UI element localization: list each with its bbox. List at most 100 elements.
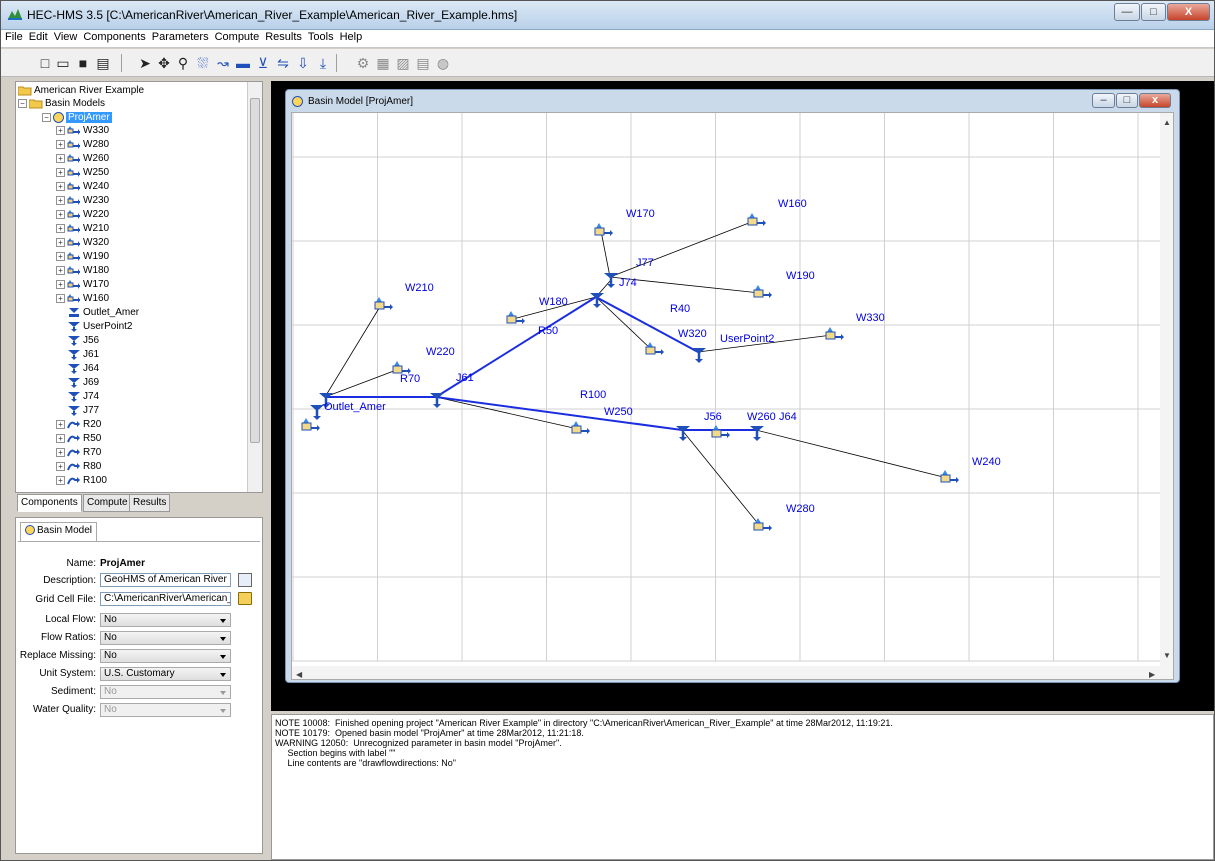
tree-item-w280[interactable]: + W280 bbox=[56, 138, 109, 151]
component-tree[interactable]: American River Example − Basin Models − Proj… bbox=[15, 81, 263, 493]
menu-tools[interactable]: Tools bbox=[304, 30, 336, 43]
junction-tool-icon[interactable]: ⊻ bbox=[253, 53, 273, 73]
junction-icon[interactable] bbox=[750, 426, 764, 441]
map-label-j74[interactable]: J74 bbox=[619, 277, 637, 289]
subbasin-icon[interactable] bbox=[594, 223, 613, 236]
tree-item-w160[interactable]: + W160 bbox=[56, 292, 109, 305]
tree-item-j77[interactable]: J77 bbox=[56, 404, 99, 417]
reach-tool-icon[interactable]: ↝ bbox=[213, 53, 233, 73]
map-label-r50[interactable]: R50 bbox=[538, 325, 558, 337]
menu-compute[interactable]: Compute bbox=[211, 30, 262, 43]
tree-item-w250[interactable]: + W250 bbox=[56, 166, 109, 179]
subbasin-icon[interactable] bbox=[506, 311, 525, 324]
map-label-w160[interactable]: W160 bbox=[778, 198, 807, 210]
description-field[interactable]: GeoHMS of American River bbox=[100, 573, 231, 587]
map-label-w210[interactable]: W210 bbox=[405, 282, 434, 294]
map-label-r40[interactable]: R40 bbox=[670, 303, 690, 315]
expand-icon[interactable]: + bbox=[56, 237, 65, 247]
scroll-right-arrow[interactable]: ▶ bbox=[1149, 670, 1156, 679]
vertical-scrollbar[interactable] bbox=[1160, 113, 1173, 679]
open-icon[interactable]: ▭ bbox=[53, 53, 73, 73]
collapse-icon[interactable]: − bbox=[42, 112, 51, 122]
tab-compute[interactable]: Compute bbox=[83, 494, 132, 512]
map-label-outlet_amer[interactable]: Outlet_Amer bbox=[324, 401, 386, 413]
expand-icon[interactable]: + bbox=[56, 419, 65, 429]
tree-item-userpoint2[interactable]: UserPoint2 bbox=[56, 320, 132, 333]
description-editor-icon[interactable] bbox=[238, 573, 252, 587]
print-icon[interactable]: ▤ bbox=[93, 53, 113, 73]
tree-item-w260[interactable]: + W260 bbox=[56, 152, 109, 165]
tree-item-j56[interactable]: J56 bbox=[56, 334, 99, 347]
tree-item-w240[interactable]: + W240 bbox=[56, 180, 109, 193]
expand-icon[interactable]: + bbox=[56, 279, 65, 289]
horizontal-scrollbar[interactable] bbox=[292, 666, 1160, 679]
new-icon[interactable]: □ bbox=[35, 53, 55, 73]
zoom-icon[interactable]: ⚲ bbox=[173, 53, 193, 73]
tab-components[interactable]: Components bbox=[17, 494, 82, 512]
subbasin-icon[interactable] bbox=[645, 342, 664, 355]
expand-icon[interactable]: + bbox=[56, 293, 65, 303]
menu-results[interactable]: Results bbox=[261, 30, 304, 43]
map-label-w330[interactable]: W330 bbox=[856, 312, 885, 324]
scrollbar-thumb[interactable] bbox=[250, 98, 260, 443]
tree-item-j61[interactable]: J61 bbox=[56, 348, 99, 361]
replace-missing-select[interactable]: No bbox=[100, 649, 231, 663]
tree-item-r100[interactable]: + R100 bbox=[56, 474, 107, 487]
flow-ratios-select[interactable]: No bbox=[100, 631, 231, 645]
expand-icon[interactable]: + bbox=[56, 461, 65, 471]
tree-item-r20[interactable]: + R20 bbox=[56, 418, 101, 431]
expand-icon[interactable]: + bbox=[56, 167, 65, 177]
maximize-button[interactable]: □ bbox=[1141, 3, 1166, 21]
map-label-w320[interactable]: W320 bbox=[678, 328, 707, 340]
subbasin-icon[interactable] bbox=[711, 425, 730, 438]
subbasin-icon[interactable] bbox=[301, 418, 320, 431]
sink-tool-icon[interactable]: ⤓ bbox=[313, 53, 333, 73]
tree-root[interactable]: American River Example bbox=[18, 84, 144, 97]
subbasin-icon[interactable] bbox=[825, 327, 844, 340]
results-icon[interactable]: ▦ bbox=[373, 53, 393, 73]
scroll-down-arrow[interactable]: ▼ bbox=[1163, 651, 1171, 660]
local-flow-select[interactable]: No bbox=[100, 613, 231, 627]
expand-icon[interactable]: + bbox=[56, 265, 65, 275]
subbasin-icon[interactable] bbox=[571, 421, 590, 434]
expand-icon[interactable]: + bbox=[56, 139, 65, 149]
map-label-w170[interactable]: W170 bbox=[626, 208, 655, 220]
open-folder-icon[interactable] bbox=[238, 592, 252, 605]
subbasin-icon[interactable] bbox=[747, 213, 766, 226]
expand-icon[interactable]: + bbox=[56, 195, 65, 205]
tree-item-w330[interactable]: + W330 bbox=[56, 124, 109, 137]
tree-item-w180[interactable]: + W180 bbox=[56, 264, 109, 277]
subbasin-icon[interactable] bbox=[753, 518, 772, 531]
menu-help[interactable]: Help bbox=[336, 30, 365, 43]
map-label-r70[interactable]: R70 bbox=[400, 373, 420, 385]
expand-icon[interactable]: + bbox=[56, 181, 65, 191]
table-icon[interactable]: ▤ bbox=[413, 53, 433, 73]
basin-model-tab[interactable]: Basin Model bbox=[20, 522, 98, 541]
scroll-left-arrow[interactable]: ◀ bbox=[296, 670, 303, 679]
tree-basin-models[interactable]: − Basin Models bbox=[18, 97, 105, 110]
move-icon[interactable]: ✥ bbox=[154, 53, 174, 73]
reservoir-tool-icon[interactable]: ▬ bbox=[233, 53, 253, 73]
map-label-w180[interactable]: W180 bbox=[539, 296, 568, 308]
subbasin-icon[interactable] bbox=[940, 470, 959, 483]
tree-item-w190[interactable]: + W190 bbox=[56, 250, 109, 263]
inner-maximize-button[interactable]: □ bbox=[1116, 93, 1138, 108]
tree-item-outlet_amer[interactable]: Outlet_Amer bbox=[56, 306, 139, 319]
collapse-icon[interactable]: − bbox=[18, 98, 27, 108]
expand-icon[interactable]: + bbox=[56, 475, 65, 485]
basin-map-canvas[interactable]: ▲ ▼ ◀ ▶ W170 W160 W190 W210 W180 W330 W220 W250 W260… bbox=[291, 112, 1174, 680]
source-tool-icon[interactable]: ⇩ bbox=[293, 53, 313, 73]
expand-icon[interactable]: + bbox=[56, 153, 65, 163]
save-icon[interactable]: ■ bbox=[73, 53, 93, 73]
tree-item-w220[interactable]: + W220 bbox=[56, 208, 109, 221]
junction-icon[interactable] bbox=[310, 405, 324, 420]
inner-minimize-button[interactable]: – bbox=[1092, 93, 1115, 108]
map-label-userpoint2[interactable]: UserPoint2 bbox=[720, 333, 774, 345]
tree-scrollbar[interactable] bbox=[247, 82, 262, 492]
inner-close-button[interactable]: x bbox=[1139, 93, 1171, 108]
junction-icon[interactable] bbox=[430, 393, 444, 408]
subbasin-icon[interactable] bbox=[753, 285, 772, 298]
arrow-icon[interactable]: ➤ bbox=[135, 53, 155, 73]
menu-edit[interactable]: Edit bbox=[25, 30, 50, 43]
compute-icon[interactable]: ⚙ bbox=[353, 53, 373, 73]
